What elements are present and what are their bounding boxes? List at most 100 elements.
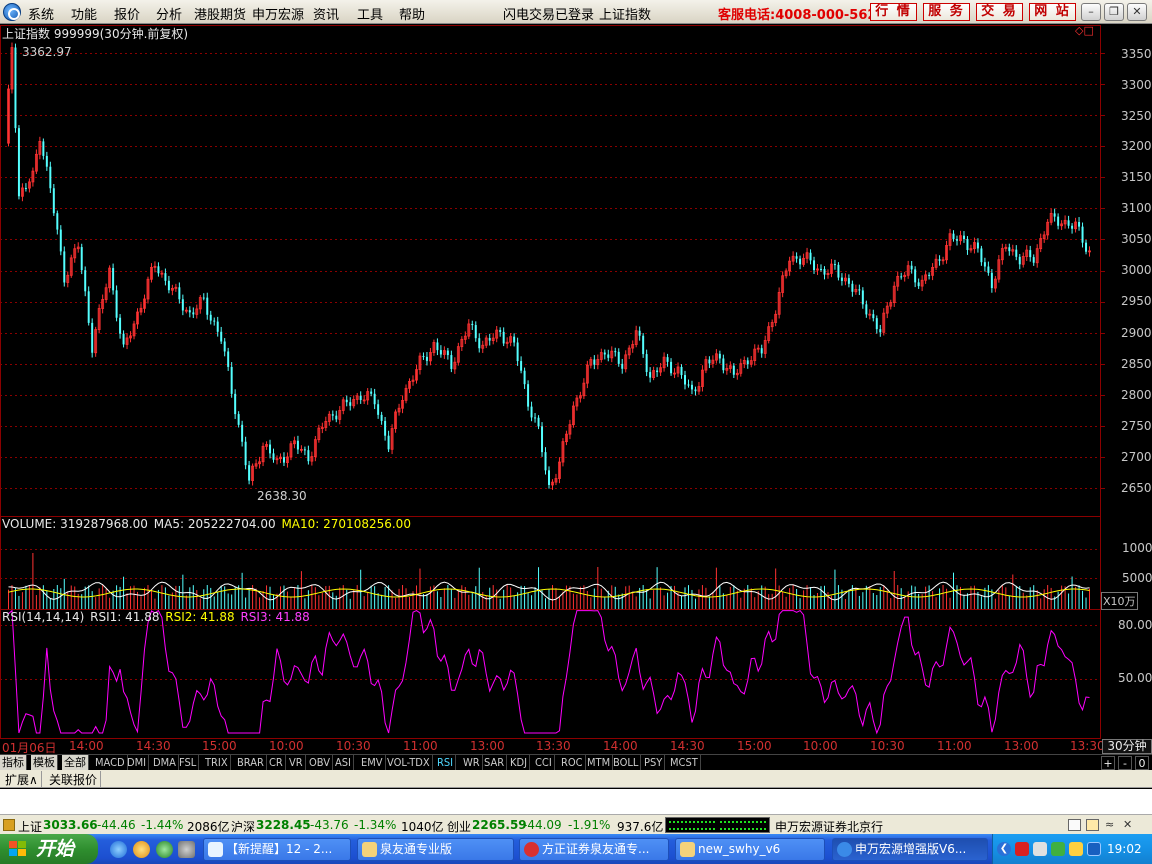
tray-security-icon[interactable] — [1051, 842, 1065, 856]
tab-macd[interactable]: MACD — [93, 755, 128, 770]
menu-function[interactable]: 功能 — [71, 4, 97, 23]
website-button[interactable]: 网 站 — [1029, 3, 1076, 21]
lock-icon[interactable] — [3, 819, 15, 831]
tab-mtm[interactable]: MTM — [585, 755, 614, 770]
menu-bar: 系统 功能 报价 分析 港股期货 申万宏源 资讯 工具 帮助 闪电交易已登录 上… — [0, 0, 1152, 24]
menu-swhy[interactable]: 申万宏源 — [252, 4, 304, 23]
signal-icon[interactable]: ≈ — [1105, 819, 1118, 831]
tab-dma[interactable]: DMA — [151, 755, 179, 770]
show-desktop-icon[interactable] — [178, 841, 195, 858]
tab-emv[interactable]: EMV — [359, 755, 386, 770]
tab-cr[interactable]: CR — [267, 755, 286, 770]
reset-indicator-button[interactable]: 0 — [1135, 756, 1149, 770]
tab-vol-tdx[interactable]: VOL-TDX — [385, 755, 433, 770]
close-ticker-icon[interactable]: ✕ — [1123, 819, 1136, 831]
related-quotes-tab[interactable]: 关联报价 — [46, 771, 102, 788]
diamond-icon[interactable]: ◇□ — [1075, 24, 1094, 37]
remove-indicator-button[interactable]: - — [1118, 756, 1132, 770]
tab-kdj[interactable]: KDJ — [508, 755, 531, 770]
task-quanyoutong[interactable]: 泉友通专业版 — [357, 838, 514, 861]
candle-body — [872, 314, 875, 319]
volume-header: VOLUME: 319287968.00 MA5: 205222704.00 M… — [2, 517, 411, 531]
market-button[interactable]: 行 情 — [870, 3, 917, 21]
tab-rsi[interactable]: RSI — [435, 755, 457, 770]
tab-template[interactable]: 模板 — [31, 755, 58, 770]
menu-tools[interactable]: 工具 — [357, 4, 383, 23]
candle-body — [216, 321, 219, 332]
menu-quote[interactable]: 报价 — [114, 4, 140, 23]
task-new-swhy[interactable]: new_swhy_v6 — [675, 838, 825, 861]
tray-input-icon[interactable] — [1033, 842, 1047, 856]
tab-roc[interactable]: ROC — [559, 755, 586, 770]
tab-sar[interactable]: SAR — [482, 755, 508, 770]
restore-icon[interactable]: ❐ — [1104, 3, 1124, 21]
period-selector[interactable]: 30分钟 — [1102, 739, 1152, 754]
tab-indicator[interactable]: 指标 — [0, 755, 27, 770]
time-label: 13:00 — [1004, 739, 1039, 753]
tab-fsl[interactable]: FSL — [177, 755, 200, 770]
candle-body — [593, 359, 596, 365]
tab-vr[interactable]: VR — [287, 755, 306, 770]
ie-icon[interactable] — [110, 841, 127, 858]
minimize-icon[interactable]: – — [1081, 3, 1101, 21]
tab-brar[interactable]: BRAR — [235, 755, 267, 770]
kline-chart[interactable] — [0, 25, 1152, 739]
tab-psy[interactable]: PSY — [642, 755, 666, 770]
menu-analysis[interactable]: 分析 — [156, 4, 182, 23]
task-label: 方正证券泉友通专... — [542, 842, 650, 856]
chart-title: 上证指数 999999(30分钟.前复权) — [2, 27, 189, 41]
tray-speaker-icon[interactable] — [1069, 842, 1083, 856]
candle-body — [523, 370, 526, 385]
add-indicator-button[interactable]: + — [1101, 756, 1115, 770]
candle-body — [164, 273, 167, 281]
candle-body — [387, 435, 390, 450]
task-founder[interactable]: 方正证券泉友通专... — [519, 838, 669, 861]
tab-mcst[interactable]: MCST — [668, 755, 701, 770]
trade-button[interactable]: 交 易 — [976, 3, 1023, 21]
candle-body — [962, 235, 965, 240]
candle-body — [241, 424, 244, 442]
time-label: 14:30 — [670, 739, 705, 753]
window-icon[interactable] — [1068, 819, 1081, 831]
expand-toggle[interactable]: 扩展∧ — [2, 771, 42, 788]
index-ticker-bar: 上证 3033.66 -44.46 -1.44% 2086亿 沪深 3228.4… — [0, 814, 1152, 834]
time-label: 14:00 — [603, 739, 638, 753]
rsi-label: RSI(14,14,14) — [2, 610, 85, 624]
tab-all[interactable]: 全部 — [62, 755, 89, 770]
tray-network-icon[interactable] — [1087, 842, 1101, 856]
tab-boll[interactable]: BOLL — [611, 755, 642, 770]
high-price-label: 3362.97 — [22, 45, 72, 59]
candle-body — [649, 372, 652, 378]
task-reminder[interactable]: 【新提醒】12 - 2... — [203, 838, 351, 861]
browser-icon[interactable] — [133, 841, 150, 858]
tray-expand-icon[interactable]: ❮ — [997, 842, 1011, 856]
candle-body — [760, 348, 763, 354]
menu-news[interactable]: 资讯 — [313, 4, 339, 23]
tab-wr[interactable]: WR — [461, 755, 483, 770]
candle-body — [847, 278, 850, 284]
candle-body — [178, 287, 181, 300]
tab-dmi[interactable]: DMI — [125, 755, 150, 770]
start-button[interactable]: 开始 — [0, 834, 98, 864]
service-button[interactable]: 服 务 — [923, 3, 970, 21]
tab-obv[interactable]: OBV — [307, 755, 334, 770]
candle-body — [1057, 216, 1060, 226]
chart-area[interactable]: 上证指数 999999(30分钟.前复权) ◇□ 3362.97 2638.30… — [0, 24, 1152, 739]
candle-body — [471, 323, 474, 326]
tab-cci[interactable]: CCI — [533, 755, 555, 770]
tab-trix[interactable]: TRIX — [203, 755, 231, 770]
tray-antivirus-icon[interactable] — [1015, 842, 1029, 856]
extension-panel — [0, 789, 1152, 814]
candle-body — [478, 338, 481, 349]
menu-hk-futures[interactable]: 港股期货 — [194, 4, 246, 23]
menu-help[interactable]: 帮助 — [399, 4, 425, 23]
close-icon[interactable]: ✕ — [1127, 3, 1147, 21]
quick-launch-icon[interactable] — [156, 841, 173, 858]
message-icon[interactable] — [1086, 819, 1099, 831]
windows-taskbar: 开始 【新提醒】12 - 2... 泉友通专业版 方正证券泉友通专... new… — [0, 834, 1152, 864]
task-swhy-enhanced[interactable]: 申万宏源增强版V6... — [832, 838, 988, 861]
menu-system[interactable]: 系统 — [28, 4, 54, 23]
volume-value: 319287968.00 — [60, 517, 148, 531]
candle-body — [59, 229, 62, 252]
tab-asi[interactable]: ASI — [333, 755, 354, 770]
